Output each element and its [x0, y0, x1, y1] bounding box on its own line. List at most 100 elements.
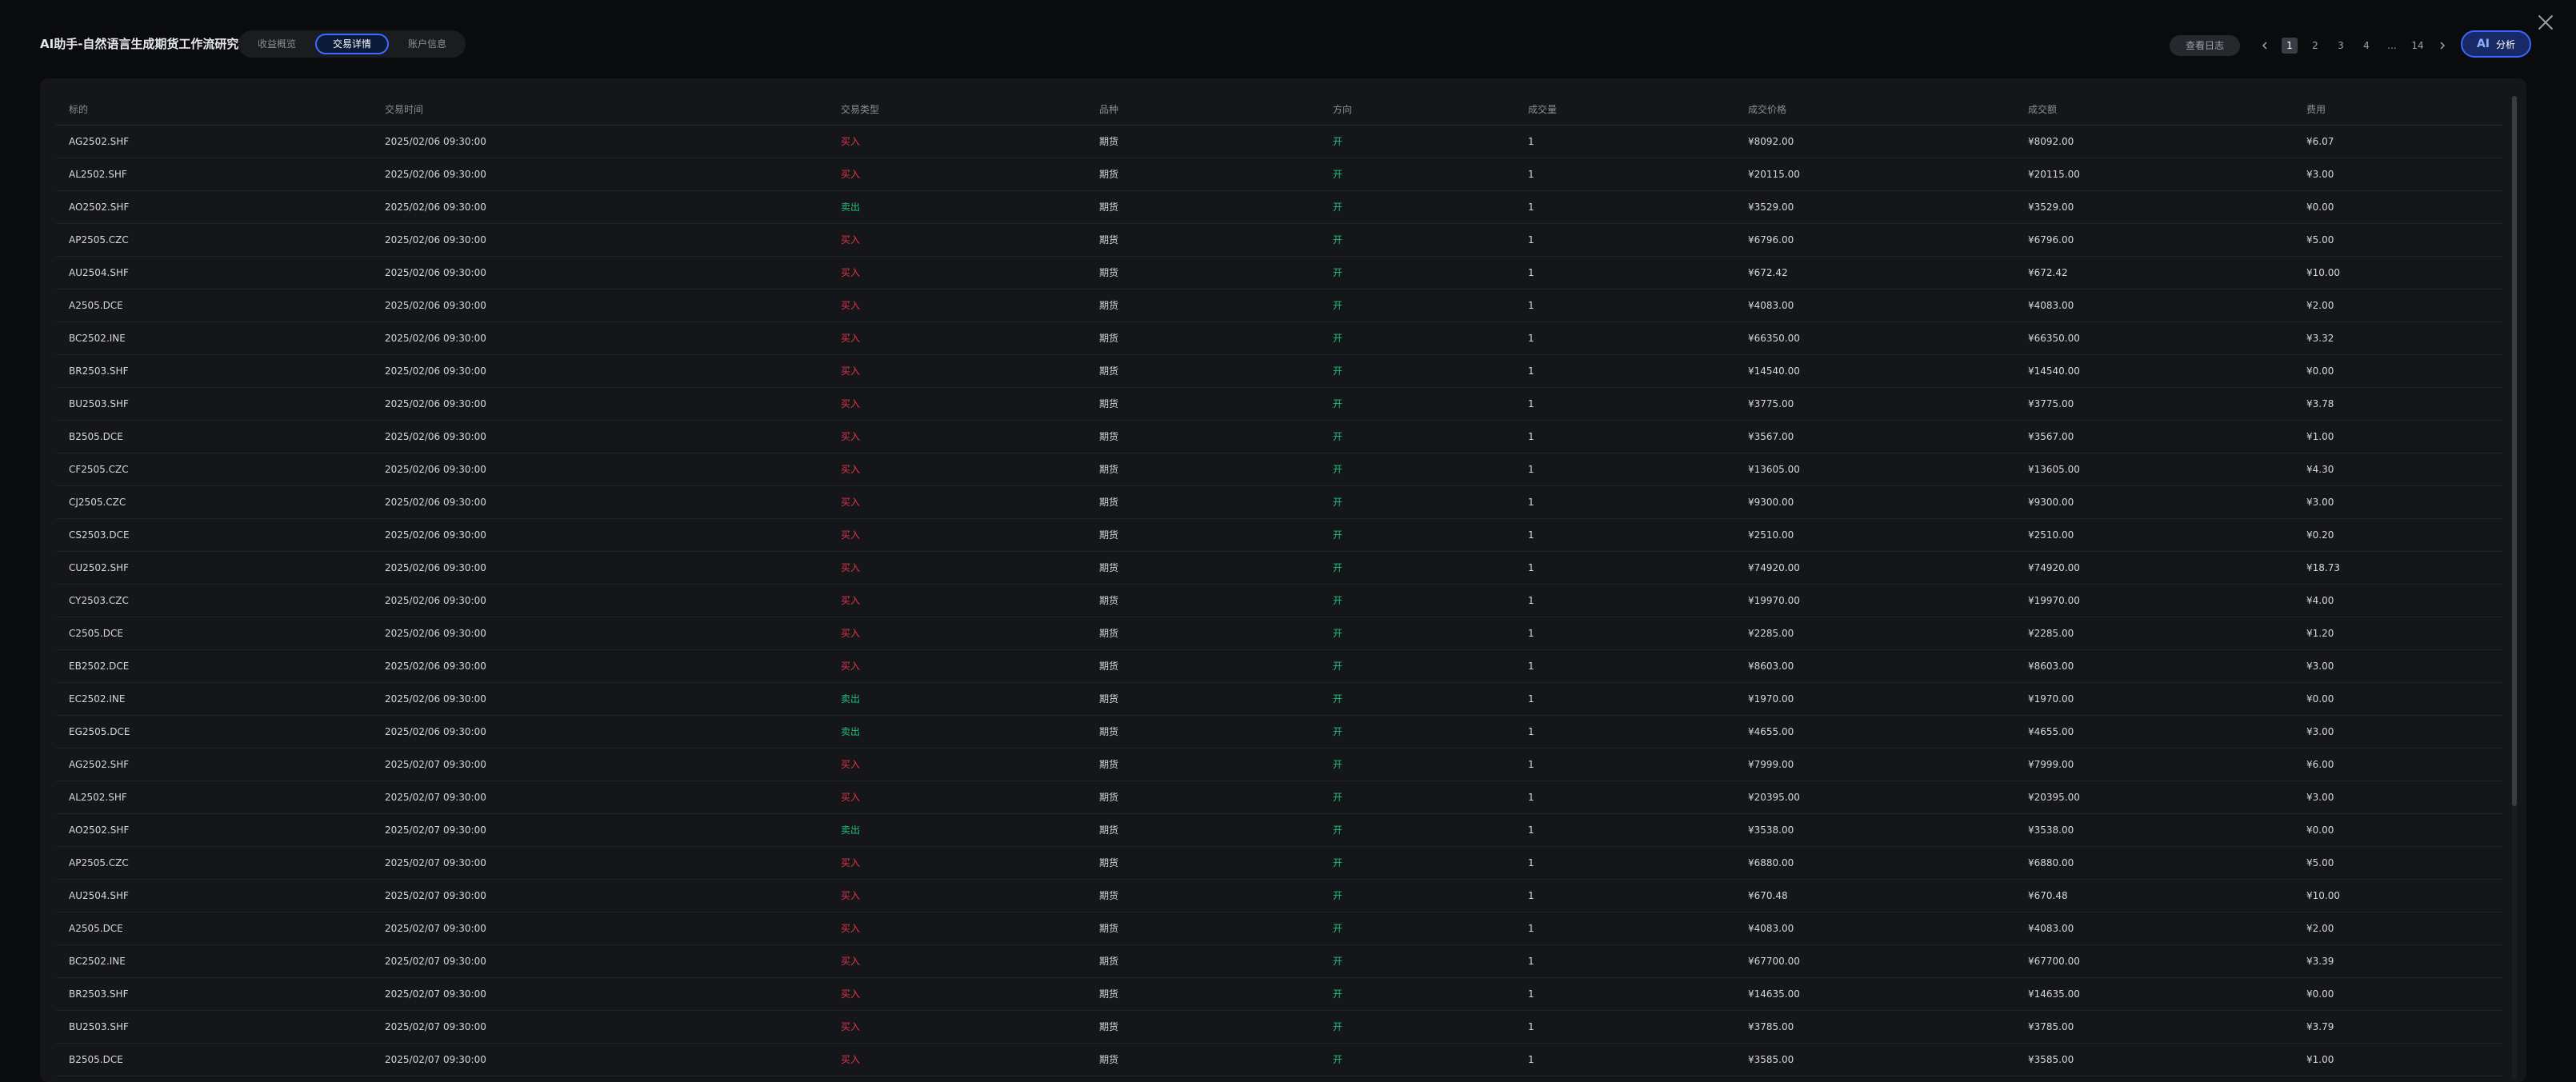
- volume-cell: 1: [1515, 715, 1735, 749]
- direction-cell: 开: [1320, 190, 1515, 224]
- view-log-button[interactable]: 查看日志: [2170, 35, 2240, 56]
- direction-cell: 开: [1320, 584, 1515, 617]
- table-row[interactable]: BC2502.INE 2025/02/07 09:30:00 买入 期货开 1 ¥6770…: [56, 944, 2502, 978]
- table-row[interactable]: AU2504.SHF 2025/02/07 09:30:00 买入 期货开 1 ¥670.…: [56, 879, 2502, 912]
- table-row[interactable]: BR2503.SHF 2025/02/06 09:30:00 买入 期货开 1 ¥1454…: [56, 354, 2502, 388]
- table-row[interactable]: EC2502.INE 2025/02/06 09:30:00 卖出 期货开 1 ¥1970…: [56, 682, 2502, 716]
- trade-type-cell: 买入: [828, 617, 1086, 650]
- table-row[interactable]: CU2502.SHF 2025/02/06 09:30:00 买入 期货开 1 ¥7492…: [56, 551, 2502, 585]
- amount-cell: ¥3567.00: [2015, 420, 2294, 453]
- table-row[interactable]: EG2505.DCE 2025/02/06 09:30:00 卖出 期货开 1 ¥4655…: [56, 715, 2502, 749]
- tab-overview[interactable]: 收益概览: [242, 34, 312, 54]
- table-row[interactable]: EB2502.DCE 2025/02/06 09:30:00 买入 期货开 1 ¥8603…: [56, 649, 2502, 683]
- direction-cell: 开: [1320, 453, 1515, 486]
- price-cell: ¥7999.00: [1735, 748, 2015, 781]
- table-row[interactable]: BU2503.SHF 2025/02/07 09:30:00 买入 期货开 1 ¥3785…: [56, 1010, 2502, 1044]
- table-row[interactable]: C2505.DCE 2025/02/06 09:30:00 买入 期货开 1 ¥2285.…: [56, 617, 2502, 650]
- fee-cell: ¥3.39: [2294, 944, 2502, 978]
- table-row[interactable]: AO2502.SHF 2025/02/06 09:30:00 卖出 期货开 1 ¥3529…: [56, 190, 2502, 224]
- table-row[interactable]: AG2502.SHF 2025/02/06 09:30:00 买入 期货开 1 ¥8092…: [56, 125, 2502, 158]
- trade-type-cell: 买入: [828, 944, 1086, 978]
- fee-cell: ¥3.79: [2294, 1010, 2502, 1044]
- scrollbar-thumb[interactable]: [2512, 96, 2517, 806]
- fee-cell: ¥18.73: [2294, 551, 2502, 585]
- time-cell: 2025/02/07 09:30:00: [372, 1010, 828, 1044]
- trade-type-cell: 买入: [828, 649, 1086, 683]
- fee-cell: ¥3.00: [2294, 715, 2502, 749]
- tab-account-info[interactable]: 账户信息: [392, 34, 462, 54]
- trade-type-cell: 卖出: [828, 813, 1086, 847]
- volume-cell: 1: [1515, 551, 1735, 585]
- trade-details-modal: AI助手-自然语言生成期货工作流研究 收益概览 交易详情 账户信息 查看日志 1…: [0, 0, 2576, 1082]
- ai-analyze-button[interactable]: AI 分析: [2461, 30, 2531, 58]
- table-row[interactable]: A2505.DCE 2025/02/07 09:30:00 买入 期货开 1 ¥4083.…: [56, 912, 2502, 945]
- table-row[interactable]: CJ2505.CZC 2025/02/06 09:30:00 买入 期货开 1 ¥9300…: [56, 485, 2502, 519]
- trade-table: 标的 交易时间 交易类型 品种 方向 成交量 成交价格 成交额 费用 AG2502.SHF 202…: [56, 94, 2502, 1076]
- time-cell: 2025/02/06 09:30:00: [372, 387, 828, 421]
- page-3-button[interactable]: 3: [2333, 38, 2349, 54]
- time-cell: 2025/02/06 09:30:00: [372, 223, 828, 257]
- table-row[interactable]: CS2503.DCE 2025/02/06 09:30:00 买入 期货开 1 ¥2510…: [56, 518, 2502, 552]
- table-scrollbar[interactable]: [2512, 96, 2517, 1080]
- symbol-cell: CJ2505.CZC: [56, 485, 372, 519]
- fee-cell: ¥6.07: [2294, 125, 2502, 158]
- table-row[interactable]: AP2505.CZC 2025/02/06 09:30:00 买入 期货开 1 ¥6796…: [56, 223, 2502, 257]
- symbol-cell: BU2503.SHF: [56, 1010, 372, 1044]
- fee-cell: ¥0.00: [2294, 813, 2502, 847]
- symbol-cell: B2505.DCE: [56, 1043, 372, 1076]
- table-row[interactable]: CF2505.CZC 2025/02/06 09:30:00 买入 期货开 1 ¥1360…: [56, 453, 2502, 486]
- next-page-button[interactable]: [2435, 38, 2450, 54]
- table-row[interactable]: AG2502.SHF 2025/02/07 09:30:00 买入 期货开 1 ¥7999…: [56, 748, 2502, 781]
- volume-cell: 1: [1515, 617, 1735, 650]
- direction-cell: 开: [1320, 977, 1515, 1011]
- view-tabs: 收益概览 交易详情 账户信息: [238, 30, 466, 58]
- column-header: 成交量: [1515, 94, 1735, 126]
- amount-cell: ¥19970.00: [2015, 584, 2294, 617]
- table-row[interactable]: AL2502.SHF 2025/02/07 09:30:00 买入 期货开 1 ¥2039…: [56, 781, 2502, 814]
- price-cell: ¥66350.00: [1735, 321, 2015, 355]
- direction-cell: 开: [1320, 158, 1515, 191]
- trade-type-cell: 买入: [828, 584, 1086, 617]
- table-row[interactable]: B2505.DCE 2025/02/07 09:30:00 买入 期货开 1 ¥3585.…: [56, 1043, 2502, 1076]
- variety-cell: 期货: [1086, 649, 1320, 683]
- price-cell: ¥3785.00: [1735, 1010, 2015, 1044]
- fee-cell: ¥0.20: [2294, 518, 2502, 552]
- trade-type-cell: 买入: [828, 551, 1086, 585]
- table-row[interactable]: B2505.DCE 2025/02/06 09:30:00 买入 期货开 1 ¥3567.…: [56, 420, 2502, 453]
- variety-cell: 期货: [1086, 485, 1320, 519]
- direction-cell: 开: [1320, 682, 1515, 716]
- symbol-cell: A2505.DCE: [56, 289, 372, 322]
- trade-type-cell: 买入: [828, 158, 1086, 191]
- table-row[interactable]: BR2503.SHF 2025/02/07 09:30:00 买入 期货开 1 ¥1463…: [56, 977, 2502, 1011]
- symbol-cell: CS2503.DCE: [56, 518, 372, 552]
- price-cell: ¥13605.00: [1735, 453, 2015, 486]
- table-row[interactable]: A2505.DCE 2025/02/06 09:30:00 买入 期货开 1 ¥4083.…: [56, 289, 2502, 322]
- table-row[interactable]: BC2502.INE 2025/02/06 09:30:00 买入 期货开 1 ¥6635…: [56, 321, 2502, 355]
- symbol-cell: CF2505.CZC: [56, 453, 372, 486]
- column-header: 交易类型: [828, 94, 1086, 126]
- prev-page-button[interactable]: [2258, 38, 2272, 54]
- table-row[interactable]: AU2504.SHF 2025/02/06 09:30:00 买入 期货开 1 ¥672.…: [56, 256, 2502, 289]
- table-row[interactable]: CY2503.CZC 2025/02/06 09:30:00 买入 期货开 1 ¥1997…: [56, 584, 2502, 617]
- table-row[interactable]: AP2505.CZC 2025/02/07 09:30:00 买入 期货开 1 ¥6880…: [56, 846, 2502, 880]
- time-cell: 2025/02/07 09:30:00: [372, 846, 828, 880]
- modal-header: AI助手-自然语言生成期货工作流研究 收益概览 交易详情 账户信息 查看日志 1…: [0, 29, 2576, 61]
- tab-trade-details[interactable]: 交易详情: [315, 34, 390, 54]
- table-row[interactable]: AL2502.SHF 2025/02/06 09:30:00 买入 期货开 1 ¥2011…: [56, 158, 2502, 191]
- column-header: 交易时间: [372, 94, 828, 126]
- symbol-cell: AL2502.SHF: [56, 158, 372, 191]
- ai-icon: AI: [2476, 38, 2490, 50]
- page-14-button[interactable]: 14: [2410, 38, 2426, 54]
- page-4-button[interactable]: 4: [2358, 38, 2374, 54]
- amount-cell: ¥4655.00: [2015, 715, 2294, 749]
- variety-cell: 期货: [1086, 748, 1320, 781]
- page-1-button[interactable]: 1: [2282, 38, 2298, 54]
- amount-cell: ¥6796.00: [2015, 223, 2294, 257]
- time-cell: 2025/02/06 09:30:00: [372, 617, 828, 650]
- variety-cell: 期货: [1086, 715, 1320, 749]
- table-row[interactable]: BU2503.SHF 2025/02/06 09:30:00 买入 期货开 1 ¥3775…: [56, 387, 2502, 421]
- amount-cell: ¥20115.00: [2015, 158, 2294, 191]
- table-row[interactable]: AO2502.SHF 2025/02/07 09:30:00 卖出 期货开 1 ¥3538…: [56, 813, 2502, 847]
- page-2-button[interactable]: 2: [2307, 38, 2323, 54]
- volume-cell: 1: [1515, 912, 1735, 945]
